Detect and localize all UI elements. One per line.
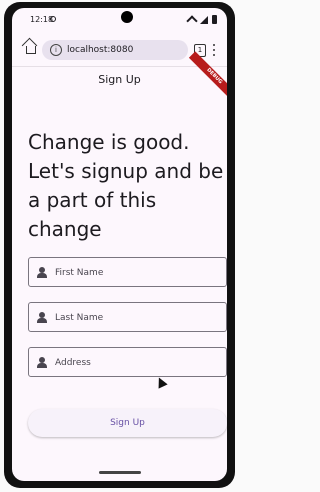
phone-frame: 12:18 i localhost:8080 1 Sign Up DEBUG C… xyxy=(4,2,235,488)
battery-icon xyxy=(212,15,217,24)
headline: Change is good. Let's signup and be a pa… xyxy=(28,130,224,241)
first-name-field[interactable] xyxy=(28,257,227,287)
toolbar-divider xyxy=(12,66,227,67)
last-name-field[interactable] xyxy=(28,302,227,332)
person-icon xyxy=(37,357,47,368)
person-icon xyxy=(37,267,47,278)
screen: 12:18 i localhost:8080 1 Sign Up DEBUG C… xyxy=(12,8,227,481)
first-name-input[interactable] xyxy=(53,262,217,284)
last-name-input[interactable] xyxy=(53,307,217,329)
page-title: Sign Up xyxy=(98,73,141,86)
sync-icon xyxy=(50,16,56,22)
signal-icon xyxy=(200,15,208,24)
more-vert-icon[interactable] xyxy=(213,44,215,56)
address-input[interactable] xyxy=(53,352,217,374)
mouse-cursor-icon xyxy=(154,375,168,389)
address-field[interactable] xyxy=(28,347,227,377)
person-icon xyxy=(37,312,47,323)
wifi-icon xyxy=(186,15,198,27)
status-icons xyxy=(186,14,217,27)
url-bar[interactable]: i localhost:8080 xyxy=(42,40,188,60)
camera-cutout xyxy=(121,11,133,23)
status-bar: 12:18 xyxy=(12,8,227,32)
gesture-nav-bar[interactable] xyxy=(99,471,141,474)
url-text[interactable]: localhost:8080 xyxy=(67,45,133,55)
home-icon[interactable] xyxy=(26,46,36,54)
info-icon[interactable]: i xyxy=(50,44,62,56)
sign-up-button[interactable]: Sign Up xyxy=(28,409,227,437)
